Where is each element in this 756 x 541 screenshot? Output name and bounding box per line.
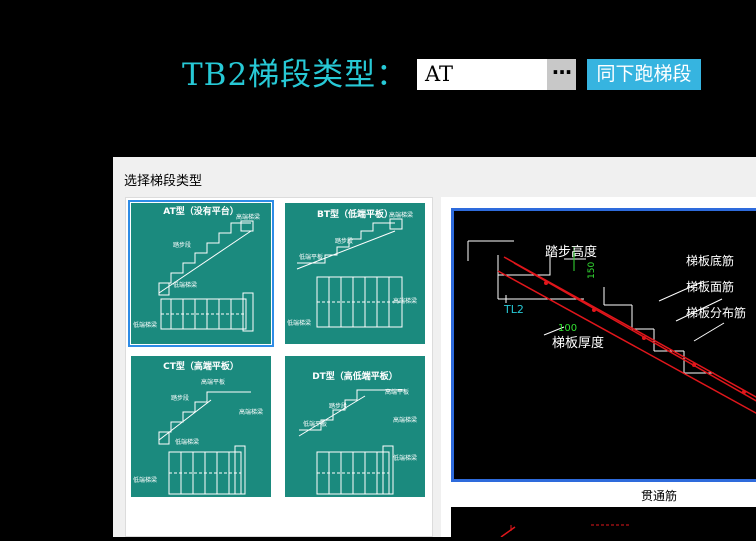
dialog-title: 选择梯段类型 — [124, 174, 203, 189]
preview-label: TL2 — [503, 303, 524, 316]
stair-type-field[interactable]: AT — [417, 59, 547, 90]
thumb-bt-title: BT型（低端平板） — [317, 208, 393, 220]
thumb-label: 高端梯梁 — [393, 416, 417, 424]
same-as-lower-flight-button[interactable]: 同下跑梯段 — [587, 59, 701, 90]
thumb-label: 低端梯梁 — [287, 319, 311, 327]
preview-label: 梯板底筋 — [686, 253, 734, 268]
thumb-label: 低端梯梁 — [133, 321, 157, 329]
thumb-label: 高端平板 — [201, 378, 225, 386]
preview-label: 100 — [558, 323, 577, 334]
stair-preview: 踏步高度 150 TL2 100 梯板厚度 梯板底筋 梯板面筋 梯板分布筋 — [451, 208, 756, 482]
thumb-label: 高端梯梁 — [236, 213, 260, 221]
thumb-label: 高端梯梁 — [389, 211, 413, 219]
thumb-label: 踏步段 — [329, 402, 347, 410]
browse-button[interactable]: ··· — [547, 59, 576, 90]
stair-preview-secondary — [451, 507, 756, 538]
thumb-label: 高端梯梁 — [393, 297, 417, 305]
thumb-label: 低端梯梁 — [393, 454, 417, 462]
thumb-label: 低端梯梁 — [133, 476, 157, 484]
thumb-label: 高端梯梁 — [239, 408, 263, 416]
thumb-label: 低端平板 — [303, 420, 327, 428]
thumb-label: 低端平板 — [299, 253, 323, 261]
preview-label: 梯板面筋 — [686, 279, 734, 294]
preview-label: 梯板分布筋 — [686, 305, 746, 320]
thumb-label: 踏步段 — [171, 394, 189, 402]
thumb-label: 踏步段 — [335, 237, 353, 245]
thumb-at-title: AT型（没有平台） — [163, 205, 238, 217]
thumb-dt-title: DT型（高低端平板） — [312, 370, 398, 382]
stair-type-label: TB2梯段类型： — [182, 57, 409, 93]
preview-caption: 贯通筋 — [641, 489, 678, 503]
thumb-ct[interactable]: CT型（高端平板） 高端平板 踏步段 高端梯梁 低端梯梁 低端梯梁 — [131, 356, 271, 497]
preview-label: 150 — [587, 262, 597, 279]
thumb-at[interactable]: AT型（没有平台） 高端梯梁 踏步段 低端梯梁 低端梯梁 — [128, 200, 274, 347]
thumb-ct-title: CT型（高端平板） — [163, 360, 239, 372]
thumb-label: 踏步段 — [173, 241, 191, 249]
thumb-bt[interactable]: BT型（低端平板） 高端梯梁 踏步段 低端平板 高端梯梁 低端梯梁 — [285, 203, 425, 344]
thumb-label: 高端平板 — [385, 388, 409, 396]
thumb-label: 低端梯梁 — [175, 438, 199, 446]
preview-label: 梯板厚度 — [552, 335, 604, 351]
thumb-dt[interactable]: DT型（高低端平板） 高端平板 踏步段 低端平板 高端梯梁 低端梯梁 — [285, 356, 425, 497]
thumb-label: 低端梯梁 — [173, 281, 197, 289]
preview-label: 踏步高度 — [545, 244, 597, 260]
